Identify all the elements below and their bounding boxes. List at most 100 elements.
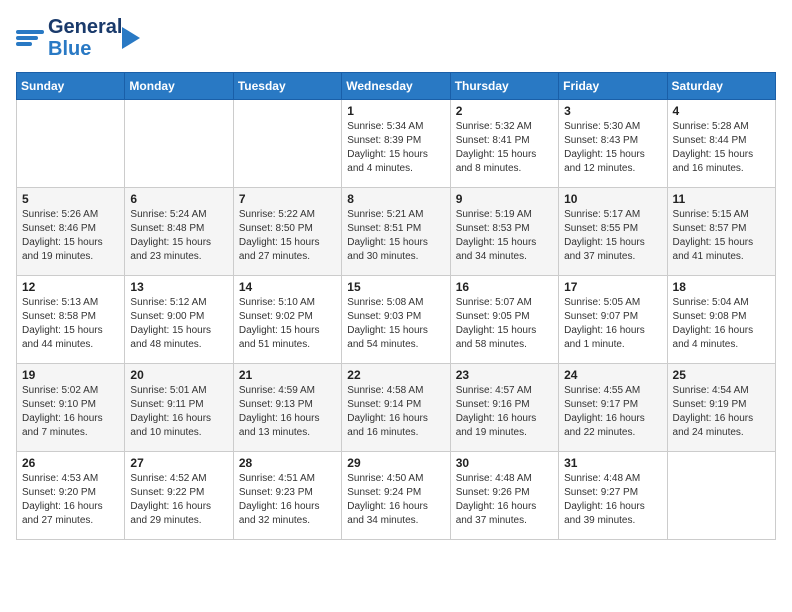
calendar-cell: 3 Sunrise: 5:30 AMSunset: 8:43 PMDaylight… xyxy=(559,100,667,188)
day-info: Sunrise: 4:48 AMSunset: 9:26 PMDaylight:… xyxy=(456,472,553,528)
day-number: 5 xyxy=(22,192,119,206)
column-header-wednesday: Wednesday xyxy=(342,73,450,100)
day-number: 16 xyxy=(456,280,553,294)
logo-arrow-icon xyxy=(122,27,140,49)
day-info: Sunrise: 5:28 AMSunset: 8:44 PMDaylight:… xyxy=(673,120,770,176)
day-info: Sunrise: 4:52 AMSunset: 9:22 PMDaylight:… xyxy=(130,472,227,528)
day-number: 22 xyxy=(347,368,444,382)
logo-icon xyxy=(16,30,44,46)
calendar-cell: 12 Sunrise: 5:13 AMSunset: 8:58 PMDayligh… xyxy=(17,276,125,364)
calendar-cell: 22 Sunrise: 4:58 AMSunset: 9:14 PMDayligh… xyxy=(342,364,450,452)
calendar-cell xyxy=(233,100,341,188)
calendar-cell: 5 Sunrise: 5:26 AMSunset: 8:46 PMDaylight… xyxy=(17,188,125,276)
day-number: 12 xyxy=(22,280,119,294)
calendar-cell xyxy=(667,452,775,540)
calendar-week-row: 19Sunrise: 5:02 AMSunset: 9:10 PMDayligh… xyxy=(17,364,776,452)
day-info: Sunrise: 5:22 AMSunset: 8:50 PMDaylight:… xyxy=(239,208,336,264)
day-info: Sunrise: 4:58 AMSunset: 9:14 PMDaylight:… xyxy=(347,384,444,440)
logo-general: General xyxy=(48,16,122,38)
day-number: 2 xyxy=(456,104,553,118)
calendar-cell: 15 Sunrise: 5:08 AMSunset: 9:03 PMDayligh… xyxy=(342,276,450,364)
calendar-week-row: 5 Sunrise: 5:26 AMSunset: 8:46 PMDaylight… xyxy=(17,188,776,276)
day-number: 7 xyxy=(239,192,336,206)
day-number: 15 xyxy=(347,280,444,294)
calendar-cell: 18Sunrise: 5:04 AMSunset: 9:08 PMDayligh… xyxy=(667,276,775,364)
column-header-saturday: Saturday xyxy=(667,73,775,100)
page-header: General Blue xyxy=(16,16,776,60)
day-number: 13 xyxy=(130,280,227,294)
calendar-cell: 8 Sunrise: 5:21 AMSunset: 8:51 PMDaylight… xyxy=(342,188,450,276)
day-number: 11 xyxy=(673,192,770,206)
calendar-week-row: 1Sunrise: 5:34 AMSunset: 8:39 PMDaylight… xyxy=(17,100,776,188)
column-header-monday: Monday xyxy=(125,73,233,100)
day-info: Sunrise: 5:12 AMSunset: 9:00 PMDaylight:… xyxy=(130,296,227,352)
calendar-cell: 13 Sunrise: 5:12 AMSunset: 9:00 PMDayligh… xyxy=(125,276,233,364)
column-header-sunday: Sunday xyxy=(17,73,125,100)
calendar-header-row: SundayMondayTuesdayWednesdayThursdayFrid… xyxy=(17,73,776,100)
calendar-cell: 27 Sunrise: 4:52 AMSunset: 9:22 PMDayligh… xyxy=(125,452,233,540)
day-info: Sunrise: 5:04 AMSunset: 9:08 PMDaylight:… xyxy=(673,296,770,352)
day-info: Sunrise: 4:55 AMSunset: 9:17 PMDaylight:… xyxy=(564,384,661,440)
day-info: Sunrise: 5:21 AMSunset: 8:51 PMDaylight:… xyxy=(347,208,444,264)
day-info: Sunrise: 4:51 AMSunset: 9:23 PMDaylight:… xyxy=(239,472,336,528)
logo-blue: Blue xyxy=(48,38,122,60)
calendar-cell xyxy=(125,100,233,188)
day-number: 28 xyxy=(239,456,336,470)
calendar-cell: 28 Sunrise: 4:51 AMSunset: 9:23 PMDayligh… xyxy=(233,452,341,540)
day-info: Sunrise: 5:10 AMSunset: 9:02 PMDaylight:… xyxy=(239,296,336,352)
calendar-week-row: 26 Sunrise: 4:53 AMSunset: 9:20 PMDayligh… xyxy=(17,452,776,540)
calendar-cell: 2 Sunrise: 5:32 AMSunset: 8:41 PMDaylight… xyxy=(450,100,558,188)
day-number: 20 xyxy=(130,368,227,382)
calendar-table: SundayMondayTuesdayWednesdayThursdayFrid… xyxy=(16,72,776,540)
day-info: Sunrise: 5:07 AMSunset: 9:05 PMDaylight:… xyxy=(456,296,553,352)
calendar-week-row: 12 Sunrise: 5:13 AMSunset: 8:58 PMDayligh… xyxy=(17,276,776,364)
day-info: Sunrise: 4:48 AMSunset: 9:27 PMDaylight:… xyxy=(564,472,661,528)
day-number: 26 xyxy=(22,456,119,470)
day-info: Sunrise: 5:13 AMSunset: 8:58 PMDaylight:… xyxy=(22,296,119,352)
column-header-tuesday: Tuesday xyxy=(233,73,341,100)
calendar-cell: 9Sunrise: 5:19 AMSunset: 8:53 PMDaylight… xyxy=(450,188,558,276)
day-number: 8 xyxy=(347,192,444,206)
calendar-cell: 16 Sunrise: 5:07 AMSunset: 9:05 PMDayligh… xyxy=(450,276,558,364)
calendar-cell: 11Sunrise: 5:15 AMSunset: 8:57 PMDayligh… xyxy=(667,188,775,276)
day-info: Sunrise: 5:05 AMSunset: 9:07 PMDaylight:… xyxy=(564,296,661,352)
day-number: 14 xyxy=(239,280,336,294)
day-number: 23 xyxy=(456,368,553,382)
calendar-cell: 10 Sunrise: 5:17 AMSunset: 8:55 PMDayligh… xyxy=(559,188,667,276)
day-info: Sunrise: 5:30 AMSunset: 8:43 PMDaylight:… xyxy=(564,120,661,176)
day-number: 27 xyxy=(130,456,227,470)
calendar-cell: 23 Sunrise: 4:57 AMSunset: 9:16 PMDayligh… xyxy=(450,364,558,452)
calendar-cell xyxy=(17,100,125,188)
day-number: 30 xyxy=(456,456,553,470)
day-info: Sunrise: 5:32 AMSunset: 8:41 PMDaylight:… xyxy=(456,120,553,176)
logo: General Blue xyxy=(16,16,140,60)
calendar-cell: 31Sunrise: 4:48 AMSunset: 9:27 PMDayligh… xyxy=(559,452,667,540)
calendar-cell: 4Sunrise: 5:28 AMSunset: 8:44 PMDaylight… xyxy=(667,100,775,188)
calendar-cell: 20 Sunrise: 5:01 AMSunset: 9:11 PMDayligh… xyxy=(125,364,233,452)
day-info: Sunrise: 5:08 AMSunset: 9:03 PMDaylight:… xyxy=(347,296,444,352)
calendar-cell: 17Sunrise: 5:05 AMSunset: 9:07 PMDayligh… xyxy=(559,276,667,364)
calendar-cell: 7 Sunrise: 5:22 AMSunset: 8:50 PMDaylight… xyxy=(233,188,341,276)
calendar-cell: 25Sunrise: 4:54 AMSunset: 9:19 PMDayligh… xyxy=(667,364,775,452)
day-info: Sunrise: 5:26 AMSunset: 8:46 PMDaylight:… xyxy=(22,208,119,264)
calendar-cell: 26 Sunrise: 4:53 AMSunset: 9:20 PMDayligh… xyxy=(17,452,125,540)
day-info: Sunrise: 4:53 AMSunset: 9:20 PMDaylight:… xyxy=(22,472,119,528)
day-info: Sunrise: 5:34 AMSunset: 8:39 PMDaylight:… xyxy=(347,120,444,176)
day-number: 29 xyxy=(347,456,444,470)
day-info: Sunrise: 4:54 AMSunset: 9:19 PMDaylight:… xyxy=(673,384,770,440)
day-number: 10 xyxy=(564,192,661,206)
day-info: Sunrise: 4:59 AMSunset: 9:13 PMDaylight:… xyxy=(239,384,336,440)
calendar-cell: 24 Sunrise: 4:55 AMSunset: 9:17 PMDayligh… xyxy=(559,364,667,452)
calendar-cell: 29Sunrise: 4:50 AMSunset: 9:24 PMDayligh… xyxy=(342,452,450,540)
day-info: Sunrise: 5:01 AMSunset: 9:11 PMDaylight:… xyxy=(130,384,227,440)
day-info: Sunrise: 5:02 AMSunset: 9:10 PMDaylight:… xyxy=(22,384,119,440)
calendar-cell: 19Sunrise: 5:02 AMSunset: 9:10 PMDayligh… xyxy=(17,364,125,452)
day-info: Sunrise: 5:17 AMSunset: 8:55 PMDaylight:… xyxy=(564,208,661,264)
calendar-cell: 21Sunrise: 4:59 AMSunset: 9:13 PMDayligh… xyxy=(233,364,341,452)
column-header-friday: Friday xyxy=(559,73,667,100)
calendar-cell: 1Sunrise: 5:34 AMSunset: 8:39 PMDaylight… xyxy=(342,100,450,188)
day-number: 3 xyxy=(564,104,661,118)
day-number: 24 xyxy=(564,368,661,382)
day-info: Sunrise: 4:57 AMSunset: 9:16 PMDaylight:… xyxy=(456,384,553,440)
day-number: 6 xyxy=(130,192,227,206)
